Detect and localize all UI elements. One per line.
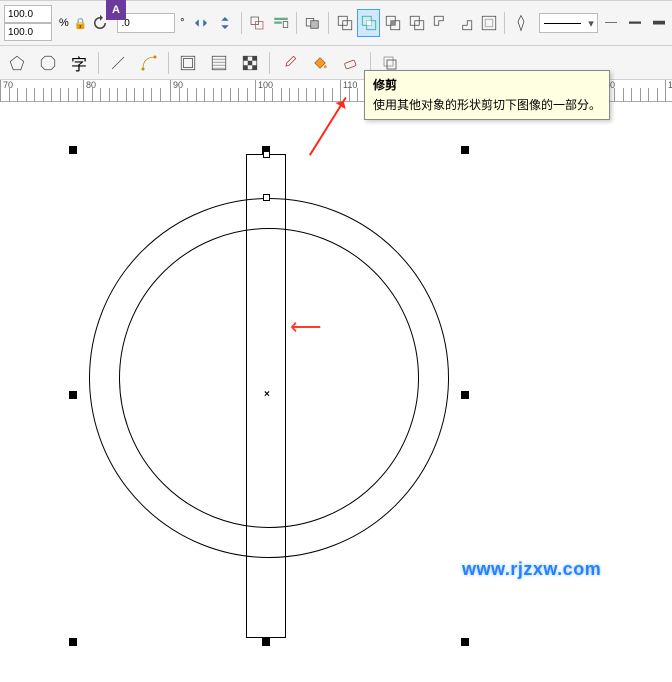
outline-width-combo[interactable]: ▾ — [539, 13, 598, 33]
pentagon-tool[interactable] — [2, 48, 32, 78]
weld-button[interactable] — [301, 9, 324, 37]
pen-button[interactable] — [509, 9, 532, 37]
selection-handle[interactable] — [69, 391, 77, 399]
lock-icon[interactable]: 🔒 — [74, 17, 88, 30]
align-button[interactable] — [245, 9, 268, 37]
med-button[interactable] — [623, 9, 646, 37]
octagon-tool[interactable] — [33, 48, 63, 78]
separator — [269, 52, 270, 74]
eraser-tool[interactable] — [336, 48, 366, 78]
trim-button[interactable] — [357, 9, 380, 37]
toolbar-row-1: 100.0 100.0 % 🔒 A .0 ° ▾ — [0, 0, 672, 46]
tooltip-title: 修剪 — [373, 76, 601, 94]
grid-fill-tool[interactable] — [173, 48, 203, 78]
canvas[interactable]: × ⟵ www.rjzxw.com — [0, 102, 672, 682]
trim-tooltip: 修剪 使用其他对象的形状剪切下图像的一部分。 — [364, 70, 610, 120]
simplify-button[interactable] — [405, 9, 428, 37]
separator — [296, 12, 297, 34]
thick-button[interactable] — [647, 9, 670, 37]
ruler-tick: 150 — [665, 80, 672, 102]
front-minus-back-button[interactable] — [429, 9, 452, 37]
scale-x-input[interactable]: 100.0 — [4, 5, 52, 23]
selection-handle[interactable] — [461, 638, 469, 646]
intersect-button[interactable] — [381, 9, 404, 37]
chevron-down-icon: ▾ — [585, 17, 597, 30]
wrap-button[interactable] — [269, 9, 292, 37]
checker-fill-tool[interactable] — [235, 48, 265, 78]
annotation-arrow-icon: ⟵ — [290, 314, 322, 340]
degree-label: ° — [176, 17, 188, 29]
tooltip-body: 使用其他对象的形状剪切下图像的一部分。 — [373, 96, 601, 114]
shape-center-marker: × — [264, 389, 270, 400]
separator — [98, 52, 99, 74]
node-handle[interactable] — [263, 194, 270, 201]
watermark-text: www.rjzxw.com — [462, 559, 601, 580]
line-tool[interactable] — [103, 48, 133, 78]
eyedrop-tool[interactable] — [274, 48, 304, 78]
bucket-tool[interactable] — [305, 48, 335, 78]
mirror-h-button[interactable] — [189, 9, 212, 37]
separator — [328, 12, 329, 34]
pattern-fill-tool[interactable] — [204, 48, 234, 78]
text-tool[interactable]: 字 — [64, 48, 94, 78]
boundary-button[interactable] — [477, 9, 500, 37]
fn-badge: A — [106, 0, 126, 20]
selection-handle[interactable] — [69, 146, 77, 154]
mirror-v-button[interactable] — [214, 9, 237, 37]
curve-tool[interactable] — [134, 48, 164, 78]
separator — [241, 12, 242, 34]
selection-handle[interactable] — [69, 638, 77, 646]
combine-button[interactable] — [333, 9, 356, 37]
selection-handle[interactable] — [262, 638, 270, 646]
separator — [504, 12, 505, 34]
separator — [168, 52, 169, 74]
node-handle[interactable] — [263, 151, 270, 158]
selection-handle[interactable] — [461, 146, 469, 154]
percent-label: % — [55, 17, 73, 29]
annotation-line — [309, 97, 347, 156]
thin-button[interactable] — [599, 9, 622, 37]
selection-handle[interactable] — [461, 391, 469, 399]
back-minus-front-button[interactable] — [453, 9, 476, 37]
scale-y-input[interactable]: 100.0 — [4, 23, 52, 41]
scale-fields: 100.0 100.0 — [4, 5, 52, 41]
